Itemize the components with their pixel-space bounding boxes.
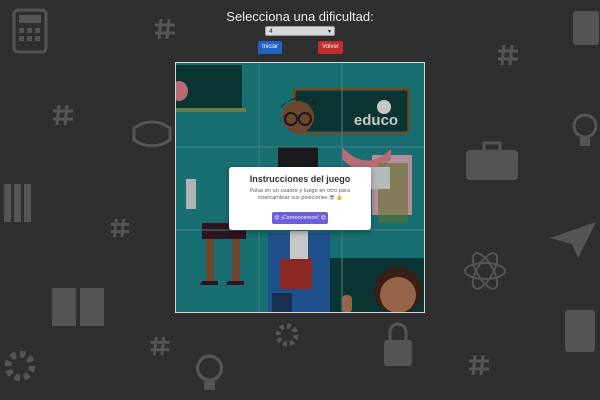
briefcase-icon <box>466 141 518 180</box>
lightbulb-icon <box>572 113 598 146</box>
atom-icon <box>464 252 506 290</box>
notebook-icon <box>565 310 595 352</box>
paper-plane-icon <box>550 222 596 258</box>
page-title: Selecciona una dificultad: <box>226 9 374 24</box>
back-button[interactable]: Volver <box>318 41 343 54</box>
difficulty-value: 4 <box>269 28 273 35</box>
hashtag-icon <box>53 104 73 126</box>
gear-icon <box>275 323 299 347</box>
instructions-modal: Instrucciones del juego Pulsa en un cuad… <box>229 167 371 230</box>
start-button[interactable]: Iniciar <box>258 41 282 54</box>
difficulty-select[interactable]: 4 ▾ <box>265 26 335 36</box>
modal-title: Instrucciones del juego <box>249 174 351 184</box>
open-book-icon <box>52 288 104 326</box>
chevron-down-icon: ▾ <box>327 28 331 35</box>
hashtag-icon <box>110 218 130 238</box>
hashtag-icon <box>498 44 518 66</box>
gear-icon <box>4 350 36 382</box>
lightbulb-icon <box>195 354 224 390</box>
modal-text: Pulsa en un cuadro y luego en otro para … <box>249 188 351 201</box>
lock-icon <box>384 322 412 366</box>
start-game-button[interactable]: 😍 ¡Comencemos! 😍 <box>272 212 328 224</box>
pencils-icon <box>4 184 31 222</box>
mask-icon <box>132 120 172 148</box>
hashtag-icon <box>469 354 489 376</box>
hashtag-icon <box>150 336 170 356</box>
